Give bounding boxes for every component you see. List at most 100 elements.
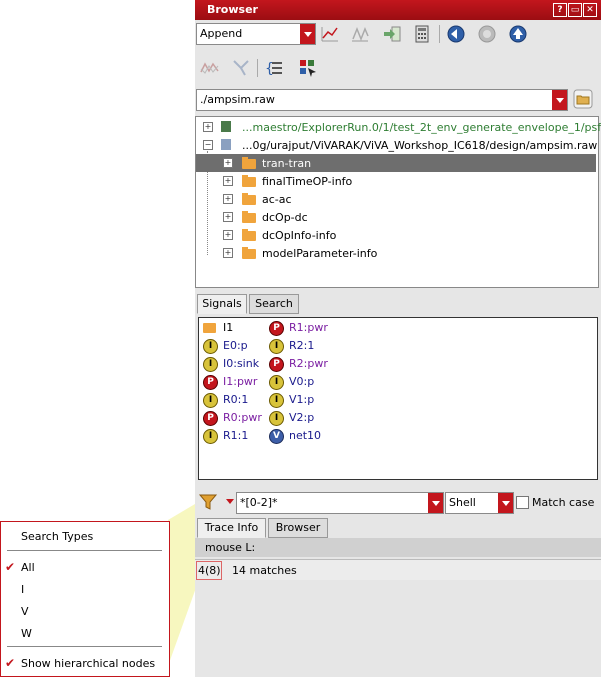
expand-icon[interactable]: +	[223, 158, 233, 168]
waveform-icon[interactable]	[200, 58, 220, 78]
count-value: 4(8)	[198, 564, 221, 577]
shell-value: Shell	[449, 496, 476, 509]
file-path-value: ./ampsim.raw	[200, 93, 275, 106]
database-icon	[221, 121, 231, 132]
list-icon[interactable]: {	[264, 58, 284, 78]
chevron-down-icon[interactable]	[428, 493, 443, 513]
signals-list[interactable]: I1 I E0:p I I0:sink P I1:pwr I R0:1 P R0:pwr I R1:1 …	[198, 317, 598, 480]
signal-name: V1:p	[289, 393, 315, 406]
expand-icon[interactable]: +	[223, 176, 233, 186]
signal-item[interactable]: I R2:1	[269, 338, 379, 354]
menu-divider	[7, 550, 162, 551]
tab-signals[interactable]: Signals	[197, 294, 247, 314]
restore-icon[interactable]: ▭	[568, 3, 582, 17]
tree-node-label: dcOpInfo-info	[262, 229, 337, 242]
tab-trace-info[interactable]: Trace Info	[197, 518, 266, 538]
check-icon: ✔	[5, 560, 16, 574]
signal-name: R1:pwr	[289, 321, 328, 334]
send-to-icon[interactable]	[382, 24, 402, 44]
status-bar: 4(8) 14 matches	[195, 559, 601, 580]
tree-node-finaltimeop[interactable]: + finalTimeOP-info	[196, 172, 596, 190]
search-types-menu: Search Types ✔ All I V W ✔ Show hierarch…	[0, 521, 170, 677]
filter-menu-chevron-icon[interactable]	[226, 499, 234, 504]
branch-icon[interactable]	[231, 58, 251, 78]
chevron-down-icon[interactable]	[552, 90, 567, 110]
signal-name: R2:pwr	[289, 357, 328, 370]
signal-item[interactable]: I V2:p	[269, 410, 379, 426]
power-icon: P	[203, 375, 218, 390]
signal-name: R1:1	[223, 429, 249, 442]
tree-node-dcop[interactable]: + dcOp-dc	[196, 208, 596, 226]
tree-root-psf[interactable]: + ...maestro/ExplorerRun.0/1/test_2t_env…	[196, 118, 601, 136]
expand-icon[interactable]: +	[223, 230, 233, 240]
menu-item-i[interactable]: I	[1, 580, 169, 600]
select-icon[interactable]	[298, 58, 318, 78]
collapse-icon[interactable]: −	[203, 140, 213, 150]
current-icon: I	[269, 393, 284, 408]
open-folder-icon[interactable]	[573, 89, 593, 109]
signal-item[interactable]: I V0:p	[269, 374, 379, 390]
chevron-down-icon[interactable]	[300, 24, 315, 44]
signal-name: V0:p	[289, 375, 315, 388]
toolbar-divider	[439, 25, 440, 43]
menu-item-w[interactable]: W	[1, 624, 169, 644]
filter-pattern-input[interactable]: *[0-2]*	[236, 492, 444, 514]
append-mode-select[interactable]: Append	[196, 23, 316, 45]
current-icon: I	[203, 429, 218, 444]
folder-icon	[242, 193, 256, 205]
tree-root-ampsim[interactable]: − ...0g/urajput/ViVARAK/ViVA_Workshop_IC…	[196, 136, 598, 154]
home-icon[interactable]	[477, 24, 497, 44]
tab-search[interactable]: Search	[249, 294, 299, 314]
multi-plot-icon[interactable]	[350, 24, 370, 44]
expand-icon[interactable]: +	[223, 194, 233, 204]
signal-item[interactable]: I V1:p	[269, 392, 379, 408]
expand-icon[interactable]: +	[223, 248, 233, 258]
folder-icon	[203, 323, 216, 333]
calculator-icon[interactable]	[412, 24, 432, 44]
menu-item-show-hierarchical[interactable]: ✔ Show hierarchical nodes	[1, 654, 169, 674]
power-icon: P	[203, 411, 218, 426]
signal-name: R0:pwr	[223, 411, 262, 424]
tree-node-ac[interactable]: + ac-ac	[196, 190, 596, 208]
expand-icon[interactable]: +	[223, 212, 233, 222]
mouse-status-bar: mouse L:	[195, 538, 601, 557]
tree-node-dcopinfo[interactable]: + dcOpInfo-info	[196, 226, 596, 244]
menu-item-v[interactable]: V	[1, 602, 169, 622]
results-tree[interactable]: + ...maestro/ExplorerRun.0/1/test_2t_env…	[195, 116, 601, 288]
plot-icon[interactable]	[320, 24, 340, 44]
file-path-select[interactable]: ./ampsim.raw	[196, 89, 568, 111]
tree-node-label: dcOp-dc	[262, 211, 308, 224]
current-icon: I	[269, 375, 284, 390]
filter-pattern-value: *[0-2]*	[240, 496, 278, 509]
tree-root-label: ...0g/urajput/ViVARAK/ViVA_Workshop_IC61…	[242, 139, 598, 152]
match-case-checkbox[interactable]	[516, 496, 529, 509]
count-badge: 4(8)	[196, 561, 222, 580]
help-icon[interactable]: ?	[553, 3, 567, 17]
tab-browser[interactable]: Browser	[268, 518, 328, 538]
signal-name: I1	[223, 321, 234, 334]
current-icon: I	[269, 411, 284, 426]
folder-icon	[242, 247, 256, 259]
back-icon[interactable]	[446, 24, 466, 44]
signal-name: V2:p	[289, 411, 315, 424]
expand-icon[interactable]: +	[203, 122, 213, 132]
up-icon[interactable]	[508, 24, 528, 44]
current-icon: I	[269, 339, 284, 354]
menu-item-label: All	[21, 561, 35, 574]
tree-node-label: finalTimeOP-info	[262, 175, 353, 188]
close-icon[interactable]: ✕	[583, 3, 597, 17]
signal-item[interactable]: Vnet10	[269, 428, 379, 444]
tree-node-modelparameter[interactable]: + modelParameter-info	[196, 244, 596, 262]
signal-item[interactable]: P R2:pwr	[269, 356, 379, 372]
menu-item-all[interactable]: ✔ All	[1, 558, 169, 578]
filter-icon[interactable]	[198, 492, 218, 512]
voltage-icon: V	[269, 429, 284, 444]
tree-node-tran-tran[interactable]: + tran-tran	[196, 154, 596, 172]
signal-item[interactable]: P R1:pwr	[269, 320, 379, 336]
signal-name: R2:1	[289, 339, 315, 352]
current-icon: I	[203, 357, 218, 372]
chevron-down-icon[interactable]	[498, 493, 513, 513]
folder-icon	[242, 157, 256, 169]
shell-select[interactable]: Shell	[445, 492, 514, 514]
matches-text: 14 matches	[232, 564, 297, 577]
